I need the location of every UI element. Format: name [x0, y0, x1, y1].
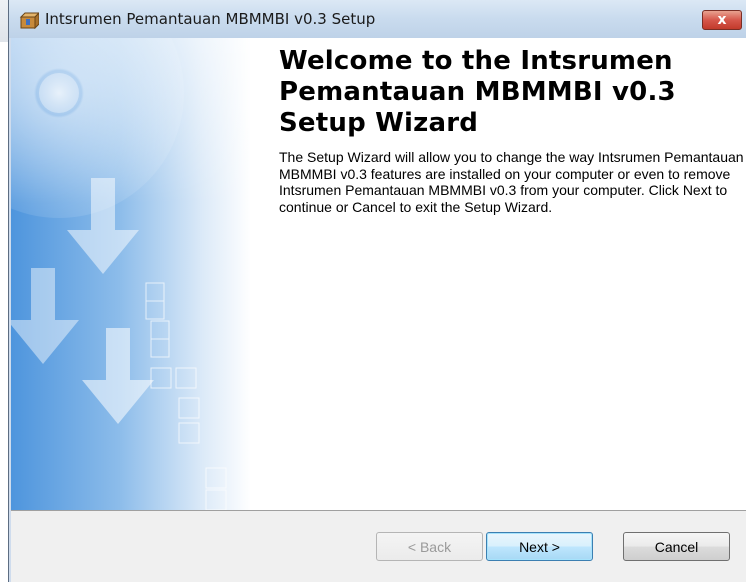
cancel-button[interactable]: Cancel [623, 532, 730, 561]
close-icon: x [717, 12, 727, 28]
back-button[interactable]: < Back [376, 532, 483, 561]
setup-wizard-window: Intsrumen Pemantauan MBMMBI v0.3 Setup x [8, 0, 746, 582]
next-button[interactable]: Next > [486, 532, 593, 561]
wizard-banner-image [11, 38, 251, 510]
setup-package-icon [19, 12, 39, 29]
welcome-title: Welcome to the Intsrumen Pemantauan MBMM… [279, 46, 676, 138]
welcome-description: The Setup Wizard will allow you to chang… [279, 149, 744, 215]
close-button[interactable]: x [702, 10, 742, 30]
wizard-body: Welcome to the Intsrumen Pemantauan MBMM… [11, 38, 746, 510]
welcome-content: Welcome to the Intsrumen Pemantauan MBMM… [279, 46, 746, 215]
title-bar[interactable]: Intsrumen Pemantauan MBMMBI v0.3 Setup x [9, 0, 746, 38]
window-title: Intsrumen Pemantauan MBMMBI v0.3 Setup [45, 10, 376, 28]
button-bar: < Back Next > Cancel [11, 510, 746, 582]
